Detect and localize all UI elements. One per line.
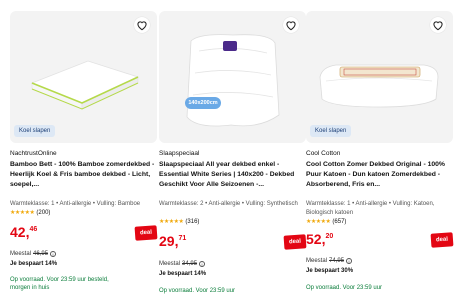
price: 29,71 bbox=[159, 233, 187, 249]
delivery-status: Op voorraad. Voor 23:59 uur besteld, mor… bbox=[10, 277, 109, 292]
rating[interactable]: ★★★★★ (657) bbox=[306, 218, 347, 226]
brand-name[interactable]: Slaapspeciaal bbox=[159, 150, 199, 157]
review-count: (200) bbox=[36, 209, 51, 216]
product-image[interactable]: Koel slapen bbox=[10, 11, 157, 143]
wishlist-heart-icon[interactable] bbox=[430, 17, 446, 33]
product-specs: Warmteklasse: 1 • Anti-allergie • Vullin… bbox=[306, 201, 435, 216]
deal-badge: deal bbox=[283, 234, 307, 250]
product-title[interactable]: Slaapspeciaal All year dekbed enkel - Es… bbox=[159, 160, 307, 191]
rating[interactable]: ★★★★★ (316) bbox=[159, 218, 200, 226]
usual-price: Meestal 34,95 i bbox=[159, 261, 206, 267]
review-count: (316) bbox=[185, 218, 200, 225]
product-card-1[interactable]: Koel slapen NachtrustOnline Bamboo Bett … bbox=[10, 0, 158, 295]
product-card-2[interactable]: 140x200cm Slaapspeciaal Slaapspeciaal Al… bbox=[159, 0, 307, 295]
star-rating-icon: ★★★★★ bbox=[10, 210, 35, 216]
usual-price: Meestal 46,95 i bbox=[10, 251, 57, 257]
product-specs: Warmteklasse: 1 • Anti-allergie • Vullin… bbox=[10, 201, 141, 207]
delivery-status: Op voorraad. Voor 23:59 uur bbox=[306, 285, 383, 291]
price: 52,20 bbox=[306, 231, 334, 247]
star-rating-icon: ★★★★★ bbox=[306, 219, 331, 225]
info-icon[interactable]: i bbox=[346, 258, 353, 264]
product-title[interactable]: Cool Cotton Zomer Dekbed Original - 100%… bbox=[306, 160, 454, 191]
product-card-3[interactable]: Koel slapen Cool Cotton Cool Cotton Zome… bbox=[306, 0, 454, 295]
savings-text: Je bespaart 30% bbox=[306, 268, 354, 274]
savings-text: Je bespaart 14% bbox=[10, 261, 58, 267]
size-badge: 140x200cm bbox=[188, 100, 218, 106]
star-rating-icon: ★★★★★ bbox=[159, 219, 184, 225]
feature-tag: Koel slapen bbox=[14, 125, 56, 137]
usual-price: Meestal 74,95 i bbox=[306, 258, 353, 264]
wishlist-heart-icon[interactable] bbox=[134, 17, 150, 33]
deal-badge: deal bbox=[430, 232, 454, 248]
price: 42,46 bbox=[10, 224, 38, 240]
brand-name[interactable]: NachtrustOnline bbox=[10, 150, 57, 157]
delivery-status: Op voorraad. Voor 23:59 uur bbox=[159, 288, 236, 294]
product-specs: Warmteklasse: 2 • Anti-allergie • Vullin… bbox=[159, 201, 298, 207]
deal-badge: deal bbox=[134, 225, 158, 241]
brand-name[interactable]: Cool Cotton bbox=[306, 150, 340, 157]
rating[interactable]: ★★★★★ (200) bbox=[10, 209, 51, 217]
feature-tag: Koel slapen bbox=[310, 125, 352, 137]
product-title[interactable]: Bamboo Bett - 100% Bamboe zomerdekbed - … bbox=[10, 160, 158, 191]
info-icon[interactable]: i bbox=[50, 251, 57, 257]
savings-text: Je bespaart 14% bbox=[159, 271, 207, 277]
product-image[interactable]: 140x200cm bbox=[159, 11, 306, 143]
product-image[interactable]: Koel slapen bbox=[306, 11, 453, 143]
wishlist-heart-icon[interactable] bbox=[283, 17, 299, 33]
info-icon[interactable]: i bbox=[199, 261, 206, 267]
review-count: (657) bbox=[332, 218, 347, 225]
